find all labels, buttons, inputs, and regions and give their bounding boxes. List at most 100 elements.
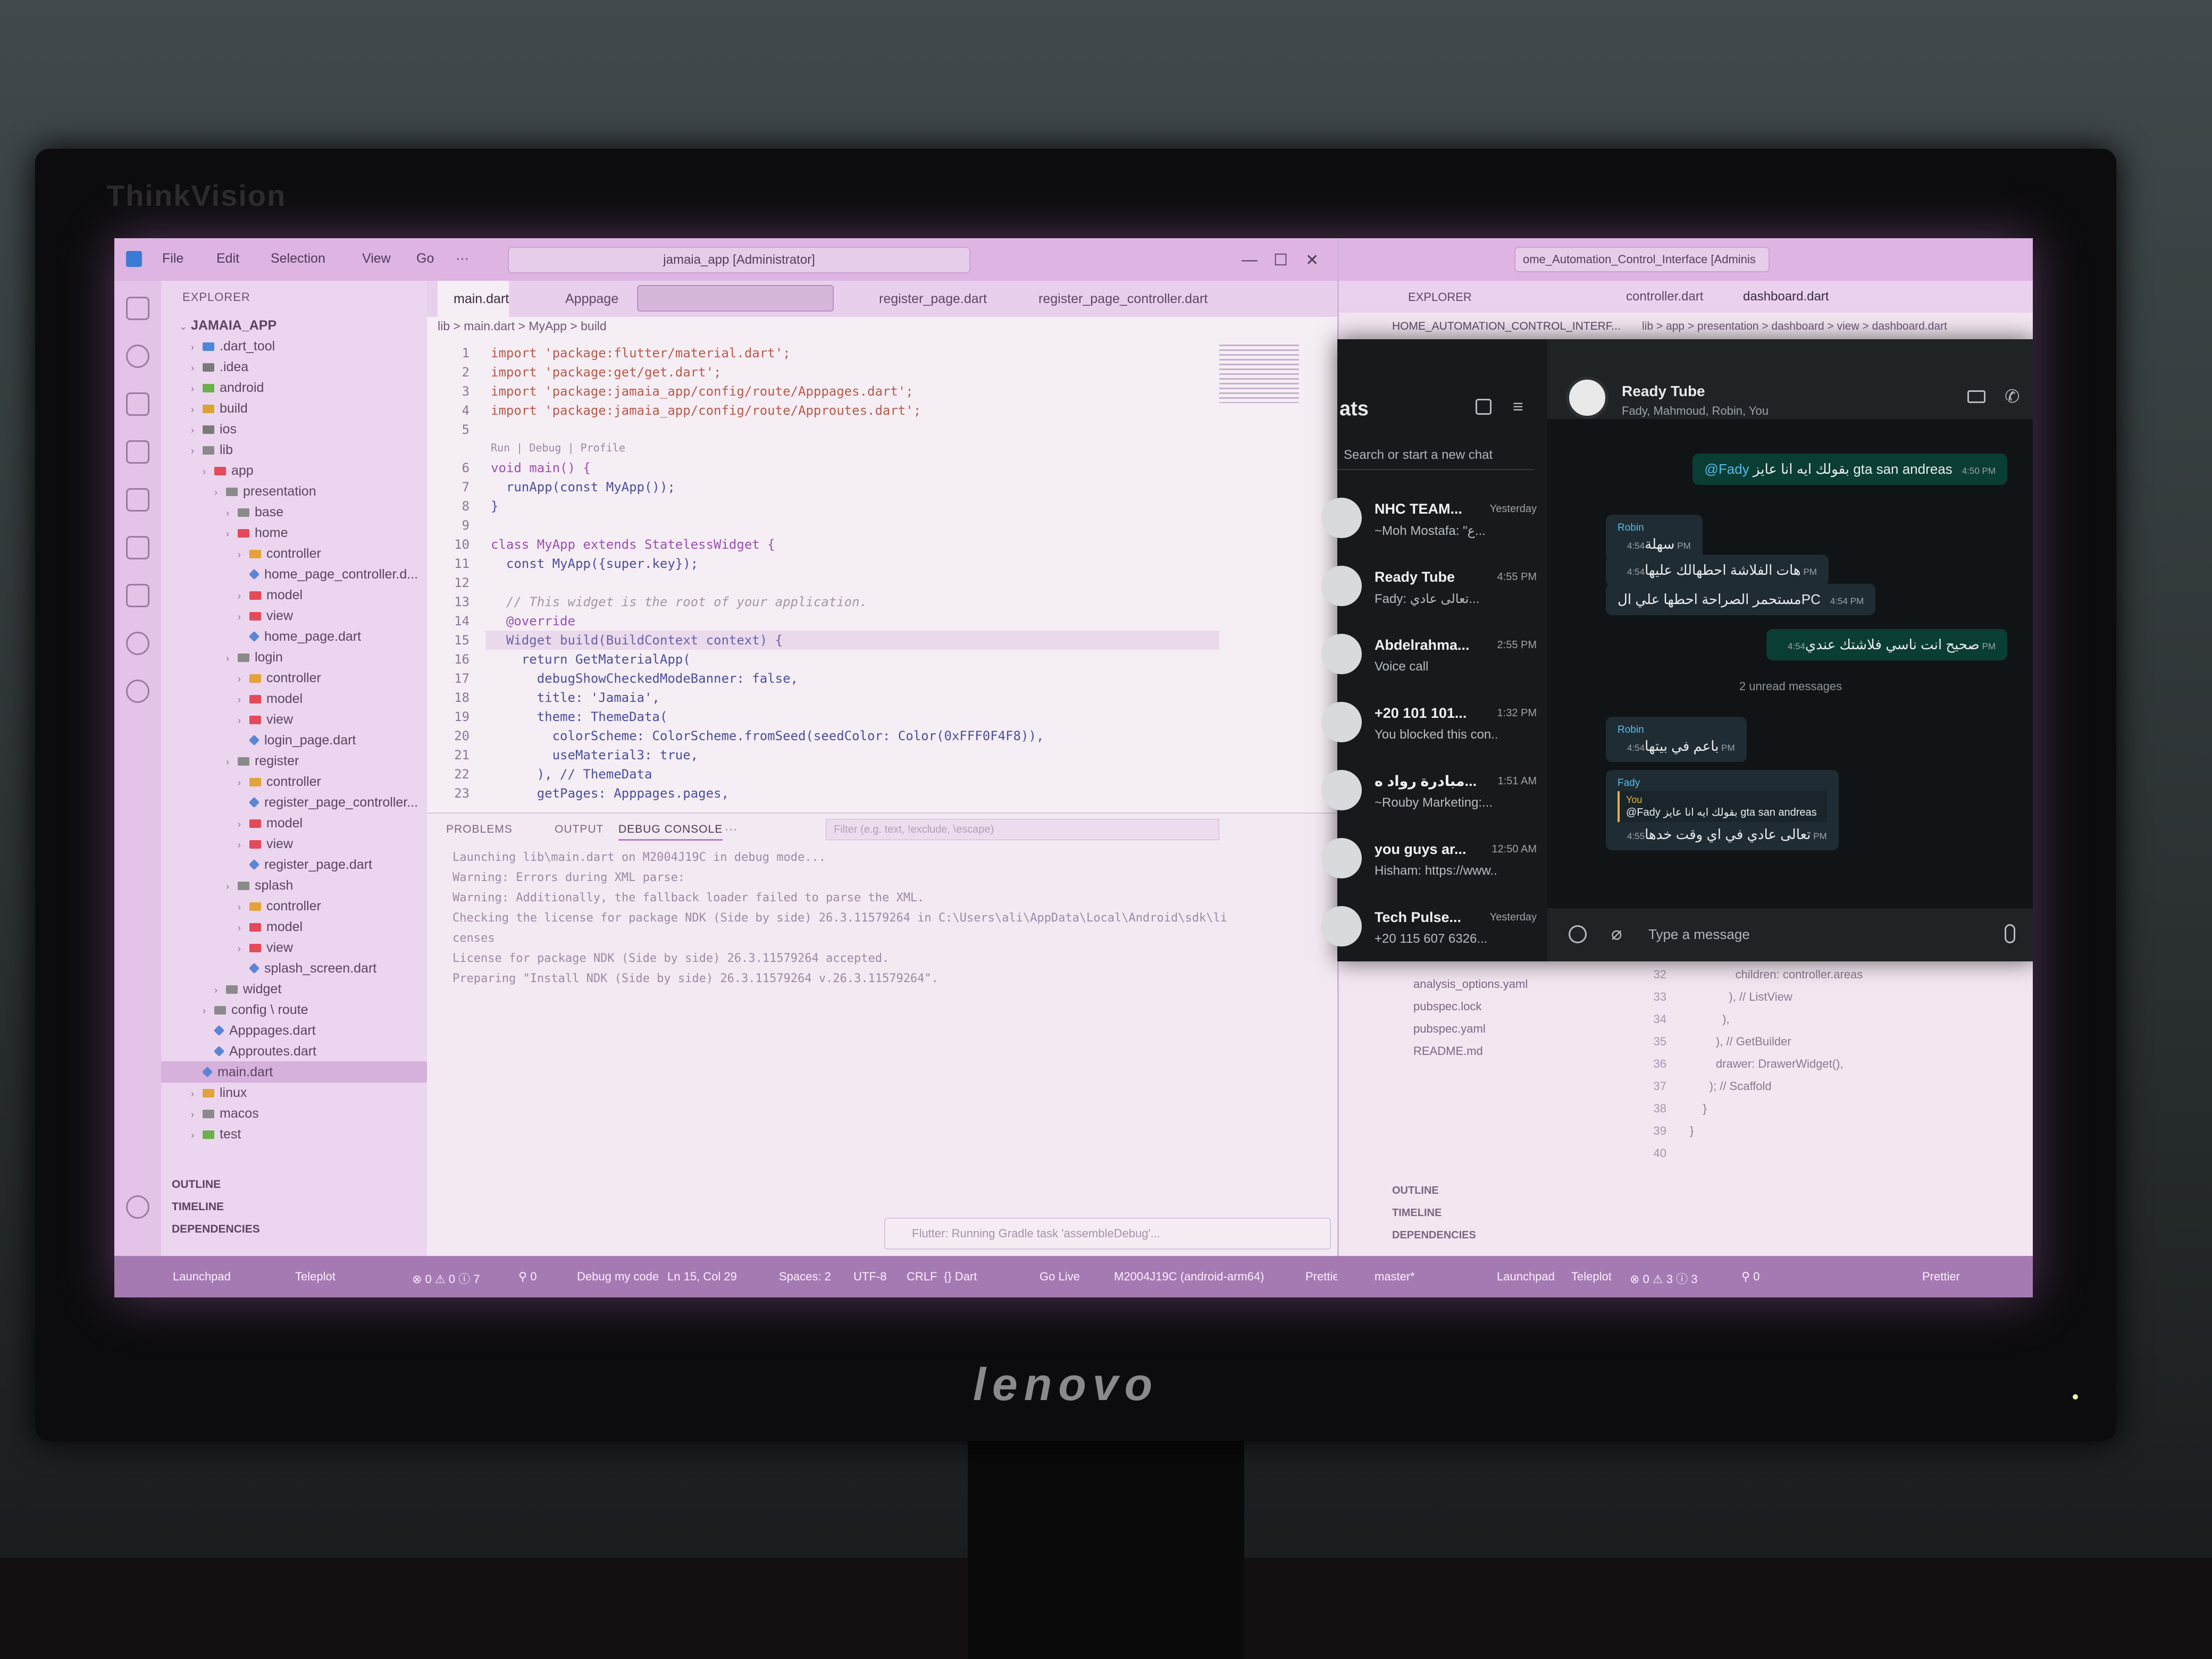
outline-section[interactable]: TIMELINE [1392, 1207, 1442, 1219]
github-icon[interactable] [126, 680, 149, 703]
tree-folder[interactable]: › test [161, 1124, 241, 1145]
status-item[interactable]: Spaces: 2 [779, 1270, 831, 1284]
message-input[interactable]: Type a message [1648, 926, 1750, 943]
tree-folder[interactable]: › base [161, 501, 283, 523]
tree-file[interactable]: Approutes.dart [161, 1041, 316, 1062]
code-line[interactable]: ), [1690, 1012, 1729, 1026]
tree-folder[interactable]: › android [161, 377, 264, 398]
phone-icon[interactable]: ✆ [2005, 386, 2020, 407]
tree-folder[interactable]: › app [161, 460, 254, 481]
menu-item[interactable]: Selection [271, 251, 325, 266]
tree-file[interactable]: home_page.dart [161, 626, 361, 647]
status-item[interactable]: master* [1375, 1270, 1415, 1284]
menu-item[interactable]: File [162, 251, 183, 266]
code-line[interactable]: } [1690, 1124, 1694, 1138]
tree-folder[interactable]: › config \ route [161, 999, 308, 1020]
extensions-icon[interactable] [126, 536, 149, 559]
code-line[interactable]: return GetMaterialApp( [491, 652, 691, 667]
tab-0[interactable]: main.dart [438, 281, 509, 317]
tree-folder[interactable]: ⌄ JAMAIA_APP [161, 315, 276, 336]
accounts-icon[interactable] [126, 1195, 149, 1219]
tree-folder[interactable]: › model [161, 584, 303, 606]
code-line[interactable]: void main() { [491, 460, 591, 475]
status-item[interactable]: ⚲ 0 [1741, 1270, 1759, 1284]
tree-folder[interactable]: › view [161, 833, 293, 854]
debug-toolbar[interactable] [637, 285, 834, 312]
tree-file[interactable]: Apppages.dart [161, 1020, 316, 1041]
code-line[interactable]: import 'package:flutter/material.dart'; [491, 346, 791, 361]
tree-folder[interactable]: › view [161, 937, 293, 958]
status-item[interactable]: ⊗ 0 ⚠ 0 ⓘ 7 [412, 1270, 480, 1287]
code-line[interactable]: runApp(const MyApp()); [491, 480, 675, 495]
code-line[interactable]: children: controller.areas [1690, 968, 1863, 982]
code-line[interactable]: ), // ThemeData [491, 767, 652, 782]
tree-folder[interactable]: › controller [161, 667, 321, 689]
outline-section[interactable]: TIMELINE [161, 1196, 224, 1218]
tree-folder[interactable]: › home [161, 522, 288, 543]
testing-icon[interactable] [126, 584, 149, 607]
status-item[interactable]: Teleplot [295, 1270, 336, 1284]
outline-section[interactable]: OUTLINE [161, 1174, 221, 1195]
command-center-search[interactable]: jamaia_app [Administrator] [508, 247, 970, 273]
code-line[interactable]: getPages: Apppages.pages, [491, 786, 729, 801]
timeline-icon[interactable] [126, 632, 149, 655]
code-line[interactable]: class MyApp extends StatelessWidget { [491, 537, 775, 552]
status-item[interactable]: Debug my code [577, 1270, 659, 1284]
code-line[interactable]: Run | Debug | Profile [491, 441, 625, 454]
tree-folder[interactable]: › view [161, 605, 293, 626]
run-debug-icon[interactable] [126, 440, 149, 464]
minimap[interactable] [1219, 345, 1299, 403]
group-avatar[interactable] [1566, 376, 1608, 419]
tree-folder[interactable]: › model [161, 812, 303, 834]
panel-tab-3[interactable]: ··· [725, 823, 738, 836]
tab-1[interactable]: Apppage [549, 281, 618, 317]
code-line[interactable]: const MyApp({super.key}); [491, 556, 698, 571]
file-item[interactable]: analysis_options.yaml [1413, 977, 1528, 991]
new-chat-icon[interactable] [1476, 399, 1492, 415]
project-root[interactable]: HOME_AUTOMATION_CONTROL_INTERF... [1392, 320, 1621, 333]
tree-file[interactable]: home_page_controller.d... [161, 564, 418, 585]
tree-folder[interactable]: › ios [161, 418, 237, 440]
tree-folder[interactable]: › linux [161, 1082, 247, 1103]
remote-explorer-icon[interactable] [126, 488, 149, 512]
code-line[interactable]: theme: ThemeData( [491, 709, 668, 724]
microphone-icon[interactable] [2005, 924, 2015, 943]
file-item[interactable]: pubspec.yaml [1413, 1022, 1486, 1036]
tree-folder[interactable]: › .dart_tool [161, 336, 275, 357]
tree-folder[interactable]: › view [161, 709, 293, 730]
code-line[interactable]: ); // Scaffold [1690, 1079, 1772, 1093]
status-item[interactable]: Go Live [1040, 1270, 1080, 1284]
code-line[interactable]: // This widget is the root of your appli… [491, 594, 867, 609]
tab-2[interactable]: register_page.dart [863, 281, 987, 317]
status-item[interactable]: ⚲ 0 [518, 1270, 537, 1284]
code-line[interactable]: title: 'Jamaia', [491, 690, 660, 705]
breadcrumb[interactable]: lib > main.dart > MyApp > build [438, 319, 607, 333]
filter-icon[interactable]: ≡ [1513, 397, 1523, 417]
menu-item[interactable]: Edit [216, 251, 239, 266]
code-line[interactable]: @override [491, 614, 575, 629]
code-line[interactable]: } [491, 499, 498, 514]
status-item[interactable]: Prettier [1922, 1270, 1960, 1284]
code-line[interactable]: import 'package:get/get.dart'; [491, 365, 721, 380]
outline-section[interactable]: DEPENDENCIES [161, 1219, 260, 1240]
video-call-icon[interactable] [1967, 390, 1985, 403]
status-item[interactable]: UTF-8 [853, 1270, 886, 1284]
chat-search-input[interactable]: Search or start a new chat [1337, 440, 1534, 470]
status-item[interactable]: {} Dart [944, 1270, 977, 1284]
tree-folder[interactable]: › controller [161, 895, 321, 917]
tree-folder[interactable]: › build [161, 398, 248, 419]
menu-item[interactable]: View [362, 251, 391, 266]
maximize-icon[interactable]: ☐ [1273, 251, 1288, 270]
outline-section[interactable]: OUTLINE [1392, 1185, 1439, 1197]
console-filter-input[interactable]: Filter (e.g. text, !exclude, \escape) [826, 819, 1219, 840]
status-item[interactable]: Teleplot [1571, 1270, 1612, 1284]
status-item[interactable]: Ln 15, Col 29 [667, 1270, 737, 1284]
tree-folder[interactable]: › controller [161, 543, 321, 564]
tree-file[interactable]: register_page_controller... [161, 792, 418, 813]
menu-item[interactable]: ··· [456, 251, 469, 266]
tree-folder[interactable]: › splash [161, 875, 293, 896]
code-line[interactable]: } [1690, 1102, 1706, 1116]
panel-tab-1[interactable]: OUTPUT [555, 823, 604, 836]
attach-icon[interactable]: ⌀ [1611, 923, 1622, 944]
code-line[interactable]: import 'package:jamaia_app/config/route/… [491, 384, 914, 399]
